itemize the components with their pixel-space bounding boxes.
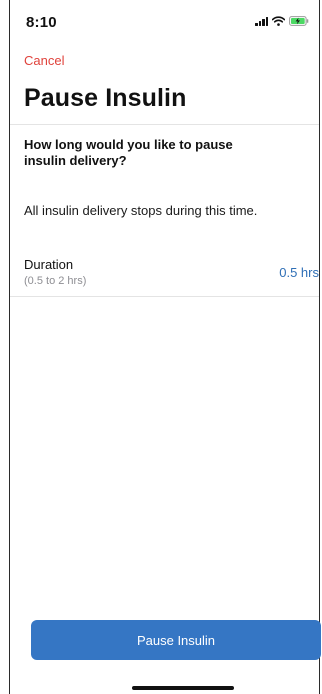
pause-insulin-button[interactable]: Pause Insulin xyxy=(31,620,321,660)
status-bar: 8:10 xyxy=(10,0,319,44)
duration-value[interactable]: 0.5 hrs xyxy=(279,265,319,280)
title-divider xyxy=(10,124,319,125)
phone-screen: 8:10 Cancel Pause Insulin How long would… xyxy=(9,0,321,694)
cancel-button[interactable]: Cancel xyxy=(24,53,64,68)
duration-range-hint: (0.5 to 2 hrs) xyxy=(24,275,87,287)
page-title: Pause Insulin xyxy=(24,84,187,112)
duration-row[interactable]: Duration (0.5 to 2 hrs) 0.5 hrs xyxy=(10,252,319,297)
status-icons xyxy=(255,16,309,26)
delivery-stop-info: All insulin delivery stops during this t… xyxy=(24,203,258,218)
home-indicator[interactable] xyxy=(132,686,234,690)
duration-label: Duration xyxy=(24,257,74,272)
battery-charging-icon xyxy=(289,16,309,26)
pause-duration-question: How long would you like to pause insulin… xyxy=(24,137,233,168)
cellular-signal-icon xyxy=(255,16,268,26)
wifi-icon xyxy=(272,16,285,26)
status-time: 8:10 xyxy=(26,14,57,31)
